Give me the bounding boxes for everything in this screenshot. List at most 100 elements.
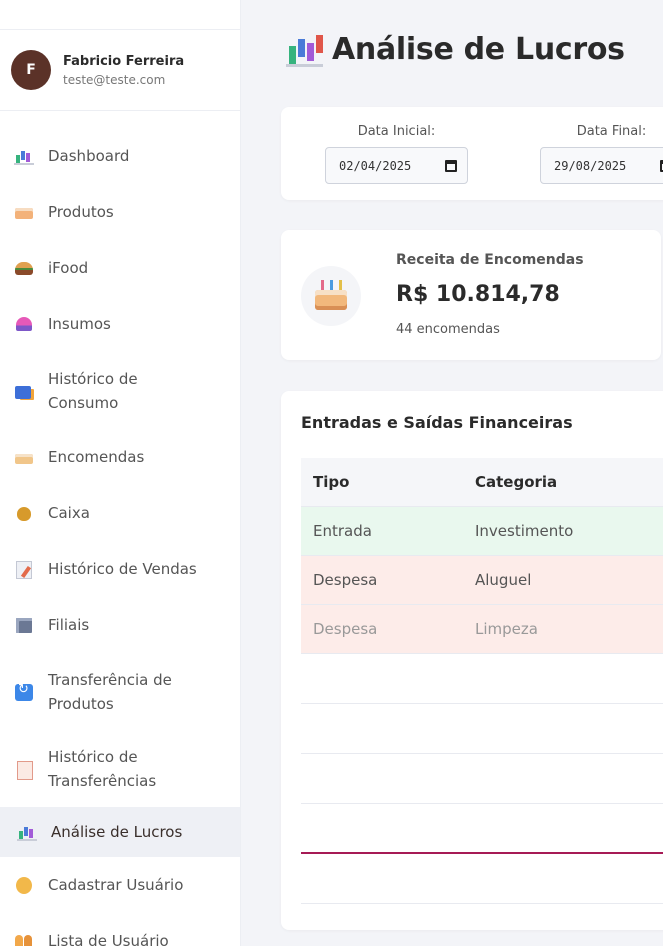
financial-ledger: Entradas e Saídas Financeiras Tipo Categ… (281, 391, 663, 930)
sidebar-item-filiais[interactable]: Filiais (0, 597, 240, 653)
sidebar-item-lista-usuario[interactable]: Lista de Usuário (0, 913, 240, 946)
revenue-count: 44 encomendas (396, 322, 500, 337)
avatar: F (11, 50, 51, 90)
start-date-input[interactable]: 02/04/2025 (325, 147, 468, 184)
ledger-icon (14, 760, 36, 780)
table-row-empty (301, 853, 663, 904)
table-row-empty (301, 803, 663, 854)
sidebar-item-label: Insumos (48, 315, 111, 333)
sidebar-item-label: Lista de Usuário (48, 932, 169, 946)
building-icon (14, 616, 36, 634)
date-filters: Data Inicial: 02/04/2025 Data Final: 29/… (281, 107, 663, 200)
main-content: Análise de Lucros Data Inicial: 02/04/20… (241, 0, 663, 946)
table-row-empty (301, 753, 663, 804)
end-date-input[interactable]: 29/08/2025 (540, 147, 663, 184)
revenue-value: R$ 10.814,78 (396, 282, 560, 307)
user-info: Fabricio Ferreira teste@teste.com (63, 54, 184, 87)
chart-icon (17, 823, 39, 841)
sidebar-item-label: iFood (48, 259, 89, 277)
cell-empty (463, 703, 663, 754)
cell-empty (301, 853, 463, 904)
start-date-filter: Data Inicial: 02/04/2025 (325, 124, 468, 184)
cake-slice-icon (14, 203, 36, 221)
start-date-label: Data Inicial: (357, 124, 436, 139)
start-date-value: 02/04/2025 (339, 158, 412, 173)
sidebar-item-historico-vendas[interactable]: Histórico de Vendas (0, 541, 240, 597)
sidebar-item-label: Cadastrar Usuário (48, 876, 184, 894)
money-bag-icon (14, 504, 36, 522)
table-row[interactable]: Entrada Investimento (301, 506, 663, 556)
sidebar-item-label: Transferência de Produtos (48, 670, 172, 713)
shopping-bags-icon (14, 382, 36, 400)
cell-empty (463, 653, 663, 704)
sidebar-item-label: Filiais (48, 616, 90, 634)
user-name: Fabricio Ferreira (63, 53, 185, 69)
sidebar-item-caixa[interactable]: Caixa (0, 485, 240, 541)
revenue-icon-circle (301, 266, 361, 326)
birthday-cake-icon (315, 278, 347, 312)
sidebar-item-label: Histórico de Consumo (48, 369, 138, 412)
sidebar-header (0, 0, 240, 30)
sidebar-item-produtos[interactable]: Produtos (0, 184, 240, 240)
end-date-value: 29/08/2025 (554, 158, 627, 173)
bar-chart-icon (286, 33, 324, 67)
sidebar-item-label: Histórico de Transferências (48, 747, 157, 790)
end-date-filter: Data Final: 29/08/2025 (540, 124, 663, 184)
arrows-icon (14, 682, 36, 701)
table-row[interactable]: Despesa Aluguel (301, 555, 663, 605)
sidebar: F Fabricio Ferreira teste@teste.com Dash… (0, 0, 241, 946)
cell-categoria: Aluguel (463, 555, 663, 605)
ledger-title: Entradas e Saídas Financeiras (301, 413, 573, 432)
page-header: Análise de Lucros (286, 32, 625, 67)
user-profile[interactable]: F Fabricio Ferreira teste@teste.com (0, 30, 240, 111)
cupcake-icon (14, 315, 36, 333)
table-row-empty (301, 653, 663, 704)
cell-empty (463, 803, 663, 854)
page-title: Análise de Lucros (332, 32, 625, 67)
sidebar-item-transferencia-produtos[interactable]: Transferência de Produtos (0, 653, 240, 730)
sidebar-item-label: Encomendas (48, 448, 145, 466)
column-header-tipo: Tipo (301, 458, 463, 507)
sidebar-item-encomendas[interactable]: Encomendas (0, 429, 240, 485)
burger-icon (14, 259, 36, 277)
cell-empty (301, 753, 463, 804)
end-date-label: Data Final: (576, 124, 647, 139)
revenue-label: Receita de Encomendas (396, 252, 584, 268)
sidebar-item-analise-lucros[interactable]: Análise de Lucros (0, 807, 240, 857)
user-email: teste@teste.com (63, 72, 166, 87)
people-icon (14, 932, 36, 946)
table-header-row: Tipo Categoria (301, 458, 663, 507)
cell-categoria: Investimento (463, 506, 663, 556)
sidebar-item-label: Produtos (48, 203, 114, 221)
birthday-cake-icon (14, 448, 36, 466)
sidebar-item-historico-transferencias[interactable]: Histórico de Transferências (0, 730, 240, 807)
sidebar-item-label: Dashboard (48, 147, 130, 165)
cell-tipo: Despesa (301, 604, 463, 654)
ledger-table: Tipo Categoria Entrada Investimento Desp… (301, 458, 663, 904)
sidebar-item-historico-consumo[interactable]: Histórico de Consumo (0, 352, 240, 429)
sidebar-item-label: Caixa (48, 504, 90, 522)
table-row[interactable]: Despesa Limpeza (301, 604, 663, 654)
face-icon (14, 876, 36, 894)
cell-empty (463, 853, 663, 904)
sidebar-item-label: Histórico de Vendas (48, 560, 197, 578)
revenue-card: Receita de Encomendas R$ 10.814,78 44 en… (281, 230, 661, 360)
sidebar-nav: Dashboard Produtos iFood Insumos Históri… (0, 111, 240, 946)
cell-empty (301, 803, 463, 854)
column-header-categoria: Categoria (463, 458, 663, 507)
cell-tipo: Despesa (301, 555, 463, 605)
cell-tipo: Entrada (301, 506, 463, 556)
sidebar-item-label: Análise de Lucros (51, 823, 183, 841)
table-row-empty (301, 703, 663, 754)
cell-categoria: Limpeza (463, 604, 663, 654)
chart-icon (14, 147, 36, 165)
cell-empty (301, 703, 463, 754)
cell-empty (301, 653, 463, 704)
sidebar-item-cadastrar-usuario[interactable]: Cadastrar Usuário (0, 857, 240, 913)
cell-empty (463, 753, 663, 804)
sidebar-item-ifood[interactable]: iFood (0, 240, 240, 296)
sidebar-item-dashboard[interactable]: Dashboard (0, 128, 240, 184)
memo-icon (14, 560, 36, 579)
sidebar-item-insumos[interactable]: Insumos (0, 296, 240, 352)
calendar-icon[interactable] (445, 159, 457, 172)
